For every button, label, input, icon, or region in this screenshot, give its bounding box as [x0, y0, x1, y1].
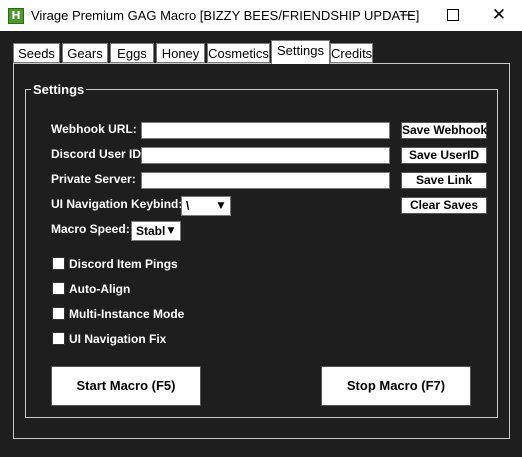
- multi-instance-mode-checkbox[interactable]: [52, 307, 65, 320]
- title-bar[interactable]: H Virage Premium GAG Macro [BIZZY BEES/F…: [0, 0, 522, 31]
- webhook-url-label: Webhook URL:: [51, 122, 137, 136]
- discord-item-pings-label: Discord Item Pings: [69, 257, 178, 271]
- start-macro-button[interactable]: Start Macro (F5): [51, 366, 201, 406]
- keybind-value: \: [186, 199, 190, 213]
- macro-speed-select[interactable]: Stabl ▼: [131, 221, 181, 241]
- minimize-icon: —: [400, 7, 414, 23]
- save-userid-button[interactable]: Save UserID: [401, 147, 487, 164]
- discord-item-pings-checkbox[interactable]: [52, 257, 65, 270]
- tab-seeds[interactable]: Seeds: [13, 43, 60, 63]
- macro-speed-label: Macro Speed:: [51, 222, 130, 236]
- discord-user-id-label: Discord User ID:: [51, 147, 146, 161]
- ui-navigation-keybind-label: UI Navigation Keybind:: [51, 197, 183, 211]
- tab-cosmetics[interactable]: Cosmetics: [207, 43, 270, 63]
- macro-speed-value: Stabl: [136, 224, 166, 238]
- minimize-button[interactable]: —: [384, 0, 430, 31]
- chevron-down-icon: ▼: [167, 226, 175, 236]
- save-link-button[interactable]: Save Link: [401, 172, 487, 189]
- close-button[interactable]: ✕: [476, 0, 522, 31]
- ui-navigation-fix-label: UI Navigation Fix: [69, 332, 167, 346]
- ui-navigation-fix-checkbox[interactable]: [52, 332, 65, 345]
- tab-honey[interactable]: Honey: [156, 43, 205, 63]
- tab-gears[interactable]: Gears: [62, 43, 108, 63]
- tab-settings[interactable]: Settings: [271, 40, 330, 64]
- close-icon: ✕: [491, 5, 507, 25]
- settings-group-title: Settings: [31, 82, 87, 97]
- tab-eggs[interactable]: Eggs: [110, 43, 154, 63]
- app-icon: H: [8, 8, 24, 24]
- clear-saves-button[interactable]: Clear Saves: [401, 197, 487, 214]
- multi-instance-mode-label: Multi-Instance Mode: [69, 307, 185, 321]
- chevron-down-icon: ▼: [217, 201, 225, 211]
- tab-credits[interactable]: Credits: [330, 43, 373, 63]
- maximize-button[interactable]: [430, 0, 476, 31]
- auto-align-label: Auto-Align: [69, 282, 131, 296]
- app-window: H Virage Premium GAG Macro [BIZZY BEES/F…: [0, 0, 522, 457]
- maximize-icon: [447, 9, 459, 21]
- webhook-url-input[interactable]: [141, 122, 390, 139]
- discord-user-id-input[interactable]: [141, 147, 390, 164]
- save-webhook-button[interactable]: Save Webhook: [401, 122, 487, 139]
- stop-macro-button[interactable]: Stop Macro (F7): [321, 366, 471, 406]
- private-server-label: Private Server:: [51, 172, 136, 186]
- private-server-input[interactable]: [141, 172, 390, 189]
- window-title: Virage Premium GAG Macro [BIZZY BEES/FRI…: [31, 8, 420, 23]
- ui-navigation-keybind-select[interactable]: \ ▼: [181, 196, 231, 216]
- auto-align-checkbox[interactable]: [52, 282, 65, 295]
